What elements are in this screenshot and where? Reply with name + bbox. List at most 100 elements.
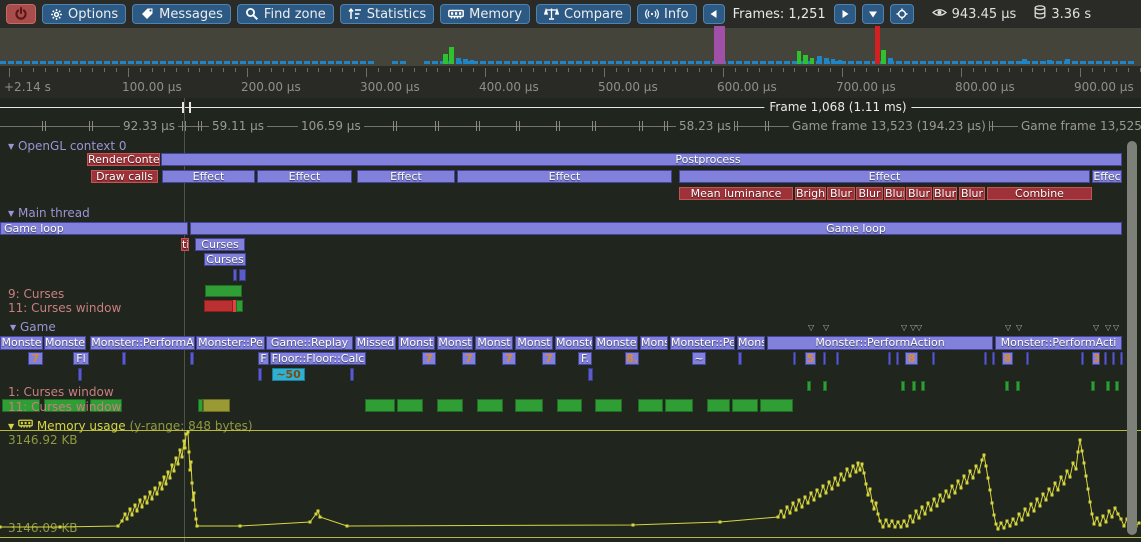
game-zone-tick[interactable] <box>350 368 354 381</box>
gpu-zone-blur[interactable]: Blur <box>827 187 855 200</box>
histogram-bar-blue[interactable] <box>456 58 461 64</box>
lock11-bar[interactable] <box>707 399 730 412</box>
histogram-bar-blue[interactable] <box>817 56 822 64</box>
game-zone-tick[interactable] <box>258 368 262 381</box>
game-zone-tick[interactable] <box>823 352 826 365</box>
game-zone-tick[interactable] <box>888 352 891 365</box>
frame-segment-label[interactable]: 106.59 µs <box>298 119 364 133</box>
lock11-bar[interactable] <box>732 399 758 412</box>
histogram-bar-blue[interactable] <box>470 60 474 64</box>
game-zone-monst[interactable]: Monst <box>515 336 553 350</box>
toolbar-button-statistics[interactable]: Statistics <box>340 4 434 24</box>
gpu-zone-blur[interactable]: Blur <box>856 187 883 200</box>
histogram-bar-green[interactable] <box>881 50 886 64</box>
game-zone-f-[interactable]: F. <box>578 352 592 365</box>
game-zone-tick[interactable] <box>836 352 839 365</box>
section-game-header[interactable]: ▼ Game <box>10 320 56 334</box>
lock1-tick[interactable] <box>901 381 905 391</box>
game-zone-fl[interactable]: Fl <box>73 352 89 365</box>
lock1-tick[interactable] <box>1016 381 1020 391</box>
game-zone-tick[interactable] <box>1026 352 1029 365</box>
frame-segment-label[interactable]: Game frame 13,525 ( <box>1018 119 1141 133</box>
game-zone-tick[interactable] <box>932 352 935 365</box>
lock11-bar[interactable] <box>760 399 793 412</box>
message-marker[interactable]: ▽ <box>1105 324 1111 332</box>
toolbar-button-compare[interactable]: Compare <box>536 4 631 24</box>
lock11-bar[interactable] <box>595 399 622 412</box>
histogram-bar-red[interactable] <box>875 26 880 64</box>
game-zone-tick[interactable] <box>738 352 742 365</box>
message-marker[interactable]: ▽ <box>808 324 814 332</box>
game-zone-7[interactable]: 7 <box>502 352 516 365</box>
message-marker[interactable]: ▽ <box>1093 324 1099 332</box>
next-frame-button[interactable] <box>834 4 856 24</box>
frame-histogram[interactable] <box>0 28 1141 66</box>
game-zone-missed[interactable]: Missed <box>355 336 396 350</box>
prev-frame-button[interactable] <box>703 4 725 24</box>
game-zone-floor-floor-calc[interactable]: Floor::Floor::Calc <box>270 352 366 365</box>
game-zone-tick[interactable] <box>793 352 796 365</box>
histogram-bar-blue[interactable] <box>1047 60 1052 64</box>
cpu-zone-ti[interactable]: ti <box>181 238 189 251</box>
game-zone-tick[interactable] <box>122 352 126 365</box>
histogram-bar-blue[interactable] <box>838 60 842 64</box>
gpu-zone-effect[interactable]: Effect <box>257 170 352 183</box>
section-opengl-header[interactable]: ▼ OpenGL context 0 <box>8 139 127 153</box>
gpu-zone-effect[interactable]: Effect <box>457 170 672 183</box>
game-zone-8[interactable]: 8 <box>905 352 918 365</box>
game-zone-monst[interactable]: Monst <box>437 336 473 350</box>
lock1-tick[interactable] <box>807 381 811 391</box>
game-zone-monster-pe[interactable]: Monster::Pe <box>196 336 265 350</box>
histogram-bar-blue[interactable] <box>1065 59 1070 64</box>
game-zone-7[interactable]: 7 <box>462 352 476 365</box>
game-zone-3[interactable]: 3 <box>1092 352 1100 365</box>
lock11-bar[interactable] <box>437 399 463 412</box>
power-button[interactable] <box>6 4 36 24</box>
gpu-zone-blur[interactable]: Blur <box>906 187 932 200</box>
game-zone-monst[interactable]: Monst <box>475 336 513 350</box>
lock11-bar[interactable] <box>477 399 503 412</box>
game-zone-8-[interactable]: 8. <box>625 352 639 365</box>
message-marker[interactable]: ▽ <box>901 324 907 332</box>
lock11-bar[interactable] <box>365 399 395 412</box>
game-zone-7[interactable]: 7 <box>542 352 556 365</box>
histogram-bar-green[interactable] <box>810 58 814 64</box>
game-zone-monster-performaction[interactable]: Monster::PerformAction <box>767 336 993 350</box>
frame-segment-label[interactable]: 59.11 µs <box>209 119 267 133</box>
game-zone-tick[interactable] <box>1104 352 1107 365</box>
gpu-zone-effect[interactable]: Effect <box>679 170 1090 183</box>
game-zone-tick[interactable] <box>896 352 899 365</box>
message-marker[interactable]: ▽ <box>1016 324 1022 332</box>
cpu-zone-tick[interactable] <box>233 269 237 281</box>
toolbar-button-find-zone[interactable]: Find zone <box>237 4 334 24</box>
lock1-tick[interactable] <box>1106 381 1110 391</box>
game-zone-monster-performacti[interactable]: Monster::PerformActi <box>995 336 1122 350</box>
game-zone-monste[interactable]: Monste <box>555 336 593 350</box>
game-zone-tick[interactable] <box>190 352 194 365</box>
cpu-zone-curses[interactable]: Curses <box>195 238 245 251</box>
histogram-bar-purple[interactable] <box>714 26 725 64</box>
histogram-bar-green[interactable] <box>449 47 454 64</box>
game-zone-monste[interactable]: Monste <box>44 336 86 350</box>
lock11-bar[interactable] <box>515 399 543 412</box>
game-zone-monste[interactable]: Monste <box>0 336 43 350</box>
cpu-zone-tick[interactable] <box>239 269 246 281</box>
toolbar-button-info[interactable]: Info <box>637 4 697 24</box>
game-zone-monst[interactable]: Monst <box>398 336 435 350</box>
gpu-zone-postprocess[interactable] <box>161 153 1122 166</box>
game-zone-f[interactable]: F <box>258 352 269 365</box>
vertical-scrollbar[interactable] <box>1127 141 1137 535</box>
game-zone-monster-performa[interactable]: Monster::PerformA <box>90 336 195 350</box>
game-zone--50[interactable]: ~50 <box>272 368 305 381</box>
lock1-tick[interactable] <box>1091 381 1095 391</box>
gpu-zone-draw-calls[interactable]: Draw calls <box>91 170 158 183</box>
game-zone-7[interactable]: 7 <box>28 352 43 365</box>
game-zone-tick[interactable] <box>992 352 995 365</box>
toolbar-button-memory[interactable]: Memory <box>440 4 530 24</box>
gpu-zone-renderconte[interactable]: RenderConte <box>87 153 160 166</box>
gpu-zone-effec[interactable]: Effec <box>1092 170 1122 183</box>
frame-segment-label[interactable]: Game frame 13,523 (194.23 µs) <box>789 119 989 133</box>
histogram-bar-blue[interactable] <box>888 58 893 64</box>
toolbar-button-options[interactable]: Options <box>42 4 126 24</box>
message-marker[interactable]: ▽ <box>823 324 829 332</box>
